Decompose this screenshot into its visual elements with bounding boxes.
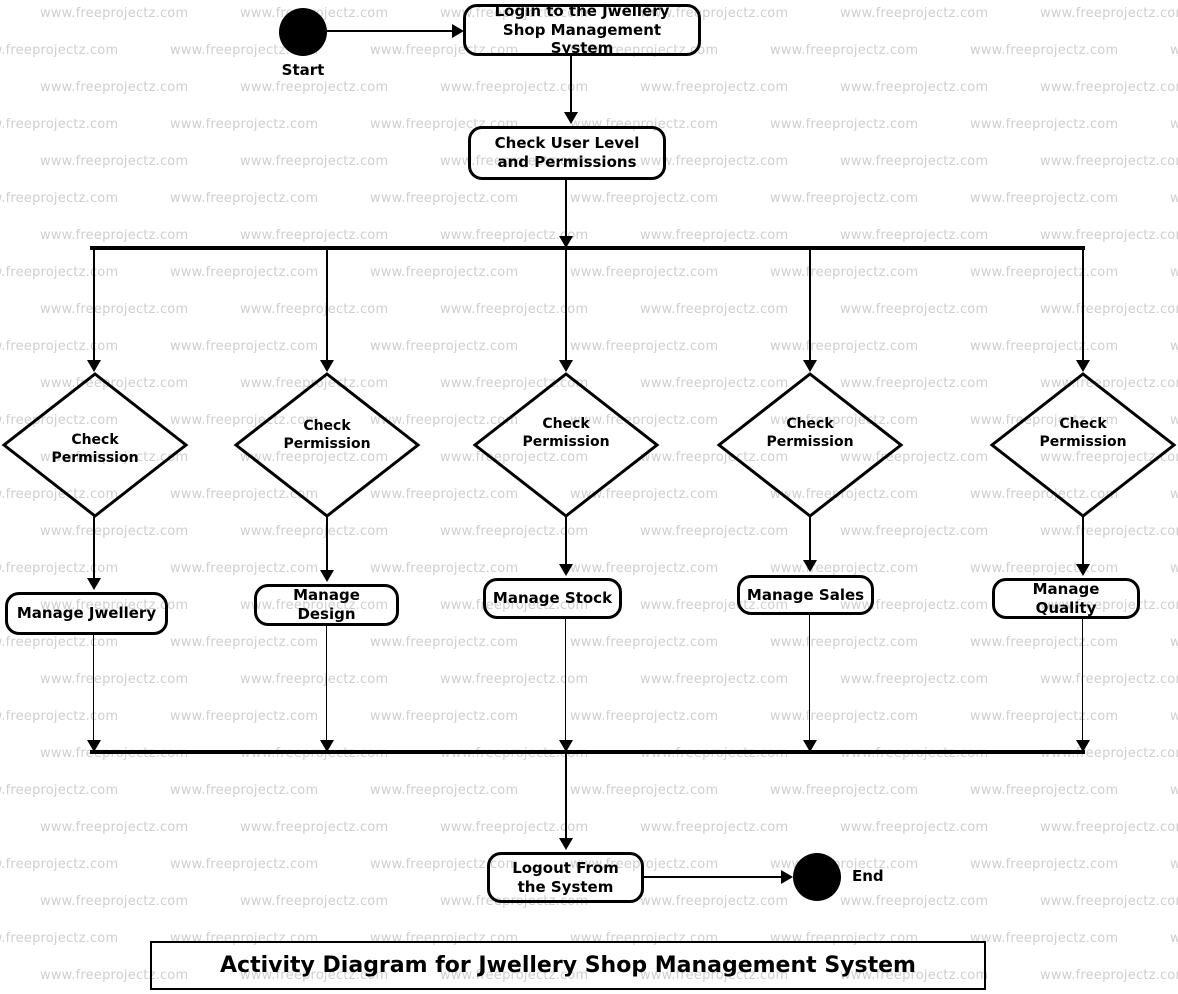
edge-fork-to-decision-5 [1082, 250, 1084, 364]
edge-start-to-login [327, 30, 452, 32]
activity-login[interactable]: Login to the Jwellery Shop Management Sy… [463, 2, 701, 57]
activity-manage-jwellery[interactable]: Manage Jwellery [5, 592, 168, 635]
decision-label: Check Permission [283, 418, 371, 452]
arrow-fork-to-decision-3 [559, 360, 573, 372]
edge-fork-to-decision-3 [565, 250, 567, 364]
edge-decision-2-to-manage-design [326, 516, 328, 574]
edge-manage-design-to-join [326, 626, 327, 748]
diagram-layer: Start Login to the Jwellery Shop Managem… [0, 0, 1178, 994]
arrow-join-to-logout [559, 838, 573, 850]
diagram-caption: Activity Diagram for Jwellery Shop Manag… [150, 941, 986, 990]
edge-fork-to-decision-2 [326, 250, 328, 364]
arrow-fork-to-decision-2 [320, 360, 334, 372]
decision-label: Check Permission [51, 432, 139, 466]
fork-bar [90, 246, 1085, 250]
activity-manage-design[interactable]: Manage Design [254, 584, 399, 626]
decision-check-permission-4[interactable]: Check Permission [716, 372, 904, 518]
edge-logout-to-end [644, 876, 781, 878]
edge-decision-3-to-manage-stock [565, 516, 567, 568]
arrow-decision-1-to-manage-jwellery [87, 578, 101, 590]
end-node-label: End [852, 867, 884, 885]
decision-label: Check Permission [766, 416, 854, 450]
join-bar [90, 750, 1085, 754]
end-node [793, 853, 841, 901]
edge-decision-4-to-manage-sales [809, 516, 811, 564]
decision-check-permission-5[interactable]: Check Permission [989, 372, 1177, 518]
edge-decision-5-to-manage-quality [1082, 516, 1084, 568]
arrow-decision-4-to-manage-sales [803, 560, 817, 572]
activity-manage-stock[interactable]: Manage Stock [483, 578, 622, 619]
activity-manage-sales[interactable]: Manage Sales [737, 575, 874, 615]
arrow-fork-to-decision-1 [87, 360, 101, 372]
arrow-logout-to-end [781, 870, 793, 884]
edge-login-to-check-user-level [570, 56, 572, 118]
activity-manage-quality[interactable]: Manage Quality [992, 578, 1140, 619]
diagram-caption-text: Activity Diagram for Jwellery Shop Manag… [220, 953, 916, 978]
arrow-decision-5-to-manage-quality [1076, 564, 1090, 576]
edge-fork-to-decision-4 [809, 250, 811, 364]
start-node-label: Start [281, 61, 325, 79]
edge-manage-sales-to-join [809, 615, 810, 748]
edge-manage-jwellery-to-join [93, 635, 94, 747]
activity-check-user-level[interactable]: Check User Level and Permissions [468, 126, 666, 180]
edge-decision-1-to-manage-jwellery [93, 516, 95, 582]
decision-check-permission-2[interactable]: Check Permission [233, 372, 421, 518]
activity-logout[interactable]: Logout From the System [487, 852, 644, 903]
edge-check-user-level-to-fork [565, 180, 567, 242]
arrow-decision-3-to-manage-stock [559, 564, 573, 576]
arrow-fork-to-decision-5 [1076, 360, 1090, 372]
edge-fork-to-decision-1 [93, 250, 95, 364]
decision-label: Check Permission [1039, 416, 1127, 450]
edge-manage-stock-to-join [565, 619, 566, 748]
arrow-login-to-check-user-level [564, 112, 578, 124]
edge-join-to-logout [565, 754, 567, 844]
edge-manage-quality-to-join [1082, 619, 1083, 748]
arrow-fork-to-decision-4 [803, 360, 817, 372]
arrow-decision-2-to-manage-design [320, 570, 334, 582]
activity-diagram-canvas: www.freeprojectz.com www.freeprojectz.com… [0, 0, 1178, 994]
decision-check-permission-3[interactable]: Check Permission [472, 372, 660, 518]
decision-check-permission-1[interactable]: Check Permission [1, 372, 189, 518]
start-node [279, 8, 327, 56]
decision-label: Check Permission [522, 416, 610, 450]
